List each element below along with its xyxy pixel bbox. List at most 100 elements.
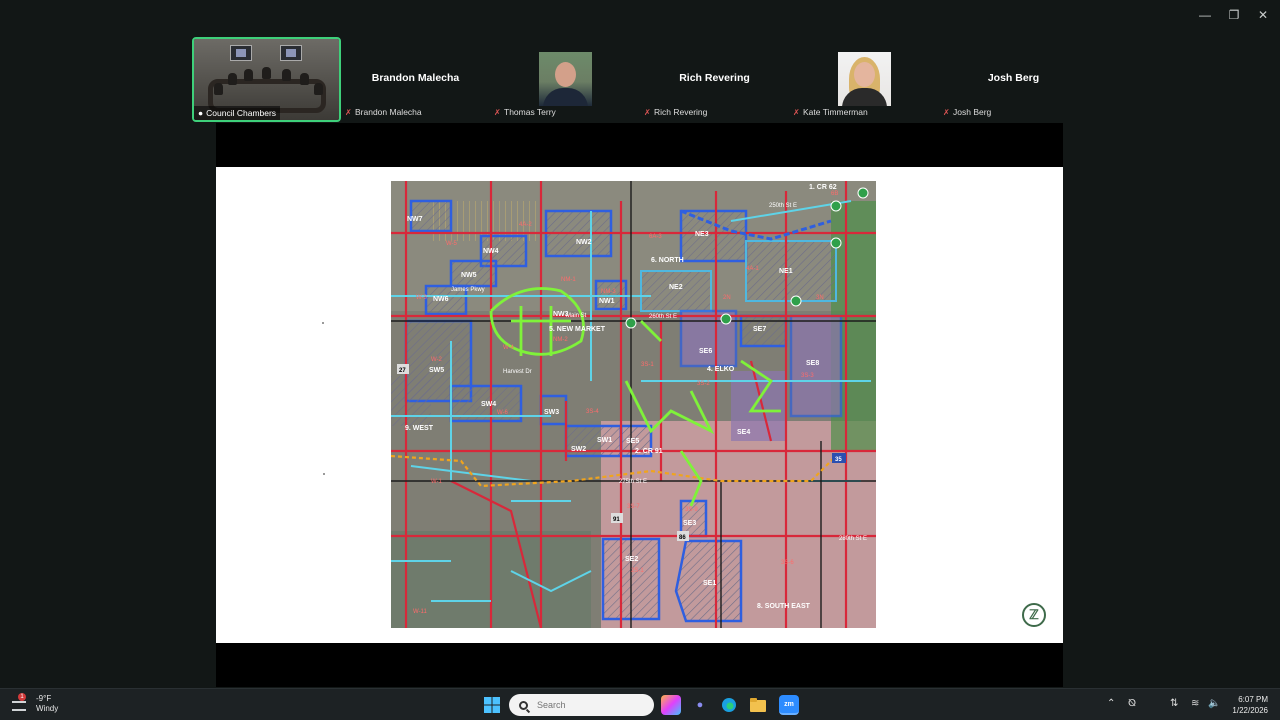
windows-logo-icon [484,697,500,713]
muted-mic-icon: ✗ [345,108,352,117]
label-road-275th: 275th St E [619,479,647,485]
label-se7: SE7 [753,326,766,333]
wind-icon: 1 [12,693,28,711]
muted-mic-icon: ✗ [644,108,651,117]
label-code-3s6: 3S-6 [781,560,794,566]
muted-mic-icon: ✗ [943,108,950,117]
zoom-meeting-window: — ❐ ✕ ● Council Chambers Brandon Malecha … [0,0,1280,720]
district-map: NW7 NW2 NW4 NW5 NW6 NW3 NW1 NE3 NE1 NE2 … [391,181,876,628]
label-code-4a2: 4A-2 [519,222,532,228]
label-sw3: SW3 [544,409,559,416]
weather-widget[interactable]: 1 -9°F Windy [12,693,58,714]
shared-slide: NW7 NW2 NW4 NW5 NW6 NW3 NW1 NE3 NE1 NE2 … [216,167,1063,643]
label-road-260th: 260th St E [649,314,677,320]
system-clock[interactable]: 6:07 PM 1/22/2026 [1232,694,1268,716]
search-icon [519,700,528,710]
participant-name: Brandon Malecha [355,107,422,117]
share-letterbox-bottom [216,643,1063,687]
participant-label: ● Council Chambers [194,106,281,120]
label-code-6a3: 6A-3 [649,234,662,240]
zoom-app-icon[interactable]: zm [779,695,799,715]
label-sw2: SW2 [571,446,586,453]
participant-tile-council-chambers[interactable]: ● Council Chambers [192,37,341,122]
label-code-3s2: 3S-2 [697,381,710,387]
wifi-icon[interactable]: ≋ [1191,698,1199,709]
label-code-w3: W-3 [416,295,428,301]
participant-video-kate[interactable] [838,52,891,106]
start-button[interactable] [482,695,502,715]
participant-name: Josh Berg [953,107,992,117]
face [854,62,875,87]
volume-icon[interactable]: 🔈 [1208,698,1220,709]
edge-icon[interactable] [719,695,739,715]
room-display [230,45,252,61]
label-sw4: SW4 [481,401,496,408]
label-se6: SE6 [699,348,712,355]
copilot-icon[interactable] [661,695,681,715]
slide-dot [322,322,324,324]
notification-badge: 1 [18,693,26,701]
participant-label[interactable]: ✗ Brandon Malecha [345,107,422,117]
clock-time: 6:07 PM [1238,695,1268,704]
participant-big-name: Rich Revering [679,72,750,84]
i35-label: 35 [835,457,842,463]
room-display [280,45,302,61]
participant-label[interactable]: ✗ Thomas Terry [494,107,556,117]
label-code-nm1: NM-1 [561,277,576,283]
taskbar-search[interactable] [509,694,654,716]
search-input[interactable] [537,700,637,710]
person [214,83,223,95]
label-area-west: 9. WEST [405,425,434,432]
label-nw5: NW5 [461,272,477,279]
microphone-icon: ● [198,108,204,118]
share-letterbox-top [216,123,1063,167]
label-code-w4: W-4 [503,345,515,351]
label-se8: SE8 [806,360,819,367]
weather-condition: Windy [36,704,59,713]
muted-mic-icon: ✗ [793,108,800,117]
person [244,69,253,81]
participant-label[interactable]: ✗ Rich Revering [644,107,707,117]
person [228,73,237,85]
network-activity-icon[interactable]: ⇅ [1170,698,1178,709]
participant-video-thomas[interactable] [539,52,592,106]
label-road-250th: 250th St E [769,203,797,209]
file-explorer-icon[interactable] [748,695,768,715]
edge-logo-icon [722,698,736,712]
label-area-south-east: 8. SOUTH EAST [757,603,811,610]
minimize-button[interactable]: — [1190,4,1220,26]
person [262,67,271,79]
label-ne1: NE1 [779,268,793,275]
label-road-280th: 280th St E [839,536,867,542]
participant-name: Thomas Terry [504,107,556,117]
participant-label[interactable]: ✗ Josh Berg [943,107,991,117]
weather-text: -9°F Windy [36,694,58,714]
label-code-3s9: 3S-9 [685,507,698,513]
label-nw6: NW6 [433,296,449,303]
participant-name: Rich Revering [654,107,708,117]
label-ne3: NE3 [695,231,709,238]
district-west [391,376,431,426]
participant-name: Council Chambers [206,108,277,118]
slide-dot [323,473,325,475]
maximize-button[interactable]: ❐ [1219,4,1249,26]
tray-overflow-icon[interactable]: ⌃ [1107,698,1115,709]
label-code-w2: W-2 [431,357,443,363]
label-code-3s3: 3S-3 [801,373,814,379]
label-road-james: James Pkwy [451,287,485,293]
organization-logo-icon: ℤ [1022,603,1046,627]
notifications-off-icon[interactable]: ⦰ [1128,698,1136,709]
clock-date: 1/22/2026 [1232,706,1268,715]
face [555,62,576,87]
hwy91-label: 91 [613,517,620,523]
label-area-new-market: 5. NEW MARKET [549,326,606,333]
hwy86-label: 86 [679,535,686,541]
participant-label[interactable]: ✗ Kate Timmerman [793,107,868,117]
district-ne2 [640,270,712,312]
label-code-nm3: NM-3 [601,289,616,295]
close-button[interactable]: ✕ [1248,4,1278,26]
label-area-cr91: 2. CR 91 [635,448,663,455]
district-ne3 [679,209,748,263]
teams-icon[interactable]: ● [690,695,710,715]
label-code-w6: W-6 [497,410,509,416]
